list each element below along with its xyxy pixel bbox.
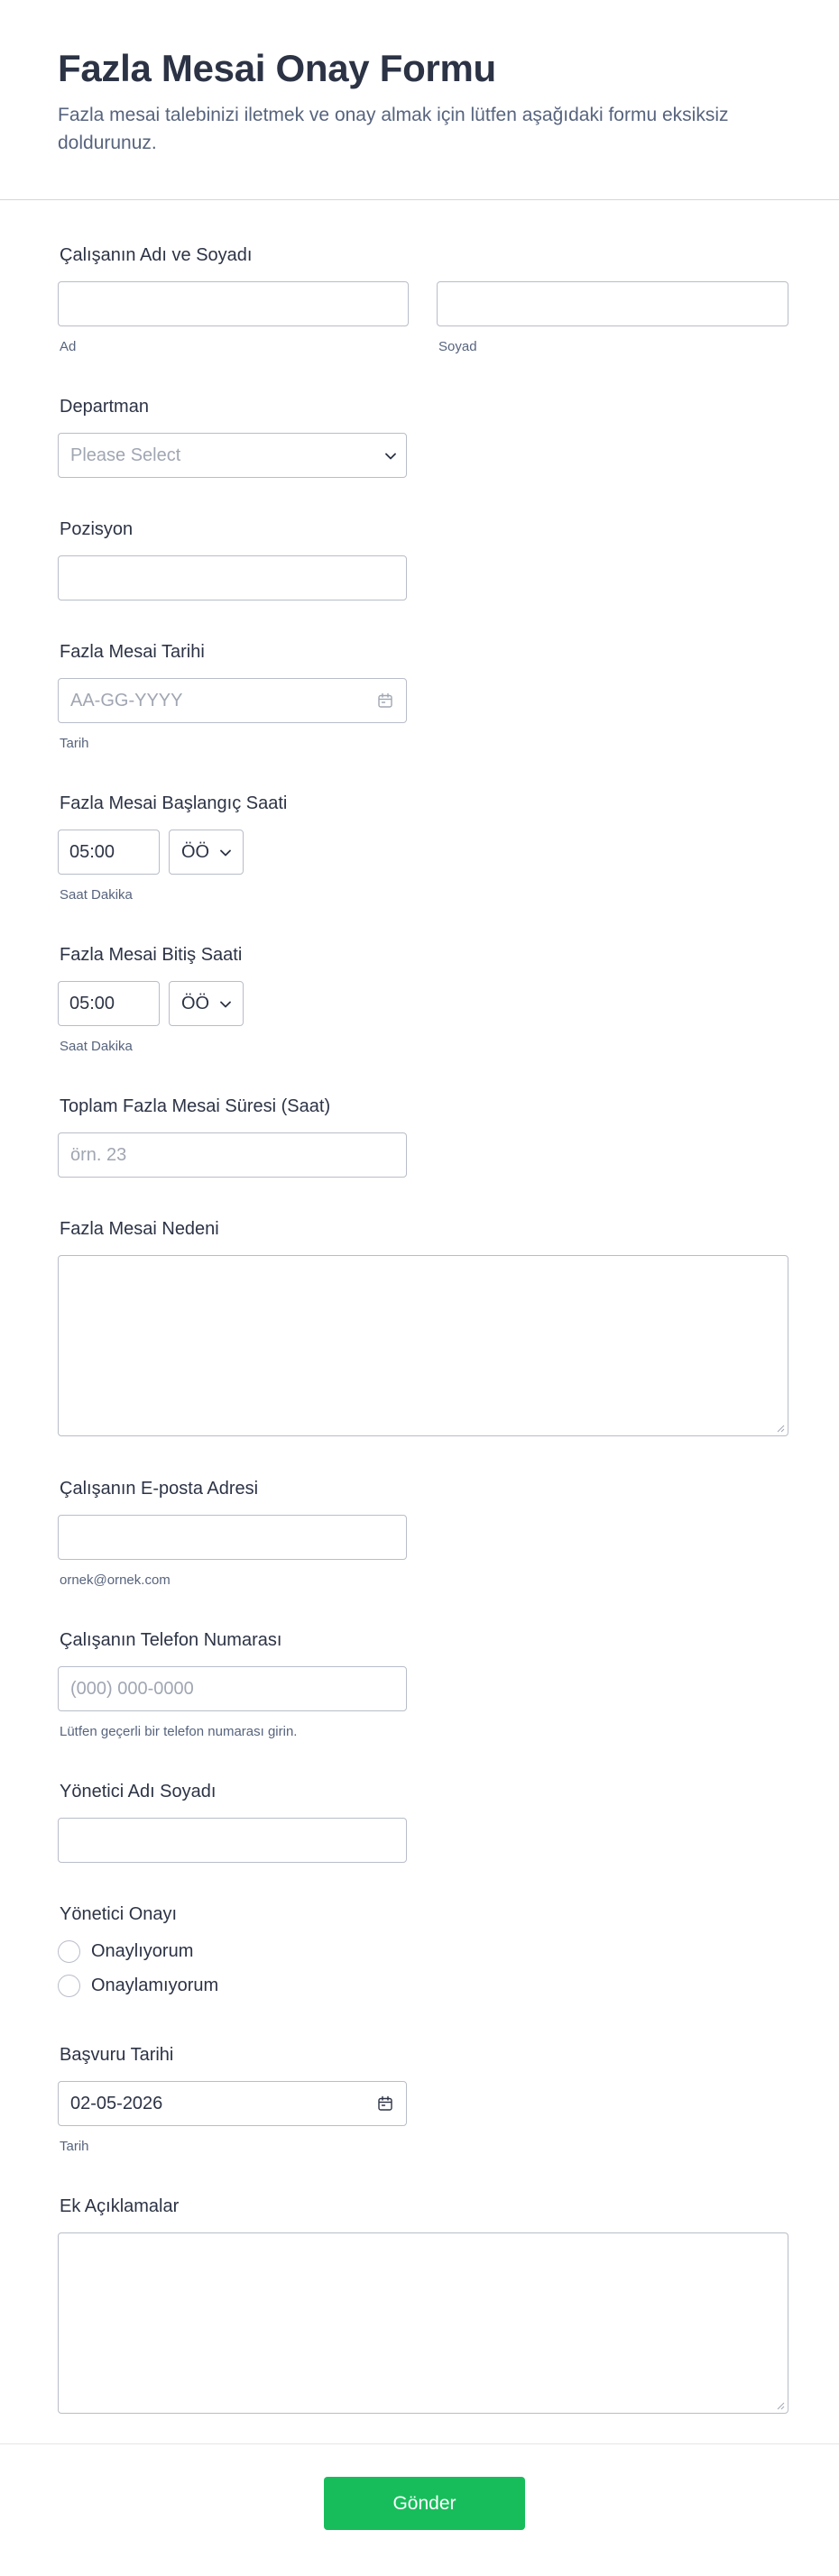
application-date-sublabel: Tarih [60,2139,89,2154]
manager-approval-label: Yönetici Onayı [60,1904,178,1924]
end-ampm-value: ÖÖ [181,994,210,1013]
notes-textarea[interactable] [58,2232,788,2414]
resize-grip-icon[interactable] [776,1424,785,1433]
start-ampm-select[interactable]: ÖÖ [169,830,244,875]
overtime-date-sublabel: Tarih [60,736,89,751]
radio-label: Onaylamıyorum [91,1975,219,1995]
last-name-input[interactable] [437,281,788,326]
application-date-value: 02-05-2026 [70,2094,163,2113]
phone-placeholder: (000) 000-0000 [70,1679,194,1699]
manager-name-label: Yönetici Adı Soyadı [60,1782,217,1801]
start-time-label: Fazla Mesai Başlangıç Saati [60,793,288,813]
approval-option-approve[interactable]: Onaylıyorum [58,1939,193,1964]
last-name-sublabel: Soyad [438,339,477,354]
radio-button[interactable] [58,1939,80,1963]
resize-grip-icon[interactable] [776,2401,785,2410]
start-time-input[interactable]: 05:00 [58,830,160,875]
phone-sublabel: Lütfen geçerli bir telefon numarası giri… [60,1724,298,1739]
manager-name-input[interactable] [58,1818,407,1863]
reason-textarea[interactable] [58,1255,788,1436]
phone-label: Çalışanın Telefon Numarası [60,1630,282,1650]
form-title: Fazla Mesai Onay Formu [58,47,496,89]
radio-button[interactable] [58,1974,80,1997]
overtime-date-placeholder: AA-GG-YYYY [70,691,183,710]
calendar-icon[interactable] [377,692,393,709]
first-name-sublabel: Ad [60,339,77,354]
position-input[interactable] [58,555,407,600]
form-header: Fazla Mesai Onay Formu Fazla mesai taleb… [0,0,839,200]
end-time-input[interactable]: 05:00 [58,981,160,1026]
email-input[interactable] [58,1515,407,1560]
department-placeholder: Please Select [70,445,181,465]
approval-option-reject[interactable]: Onaylamıyorum [58,1973,218,1998]
overtime-date-input[interactable]: AA-GG-YYYY [58,678,407,723]
reason-label: Fazla Mesai Nedeni [60,1219,219,1239]
total-hours-input[interactable]: örn. 23 [58,1132,407,1178]
start-ampm-value: ÖÖ [181,842,210,862]
total-hours-label: Toplam Fazla Mesai Süresi (Saat) [60,1096,331,1116]
notes-label: Ek Açıklamalar [60,2196,180,2216]
overtime-date-label: Fazla Mesai Tarihi [60,642,205,662]
phone-input[interactable]: (000) 000-0000 [58,1666,407,1711]
department-label: Departman [60,397,149,417]
end-ampm-select[interactable]: ÖÖ [169,981,244,1026]
submit-button[interactable]: Gönder [324,2477,525,2530]
employee-name-label: Çalışanın Adı ve Soyadı [60,245,253,265]
chevron-down-icon [220,849,231,857]
end-time-label: Fazla Mesai Bitiş Saati [60,945,243,965]
chevron-down-icon [220,1001,231,1008]
email-sublabel: ornek@ornek.com [60,1572,171,1588]
department-select[interactable]: Please Select [58,433,407,478]
calendar-icon[interactable] [377,2095,393,2112]
first-name-input[interactable] [58,281,409,326]
form-description: Fazla mesai talebinizi iletmek ve onay a… [58,105,729,153]
radio-label: Onaylıyorum [91,1940,194,1961]
email-label: Çalışanın E-posta Adresi [60,1479,259,1499]
end-time-sublabel: Saat Dakika [60,1039,133,1054]
application-date-input[interactable]: 02-05-2026 [58,2081,407,2126]
total-hours-placeholder: örn. 23 [70,1145,127,1165]
chevron-down-icon [385,453,396,460]
application-date-label: Başvuru Tarihi [60,2045,174,2065]
start-time-sublabel: Saat Dakika [60,887,133,903]
position-label: Pozisyon [60,519,134,539]
